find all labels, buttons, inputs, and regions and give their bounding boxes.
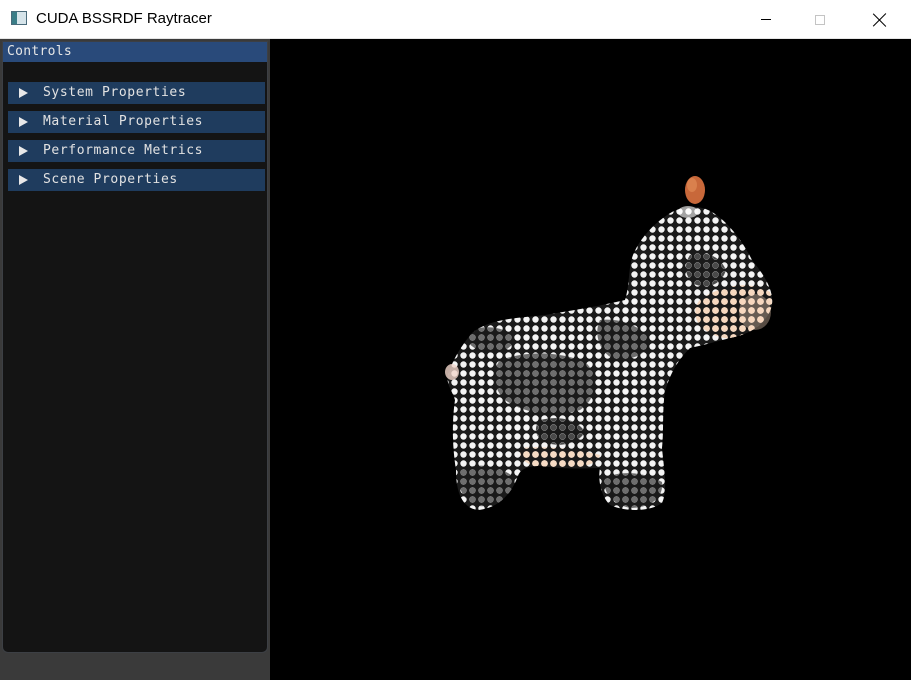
close-icon: [873, 13, 887, 27]
triangle-right-icon: [19, 88, 28, 98]
minimize-icon: [761, 19, 771, 20]
title-bar[interactable]: CUDA BSSRDF Raytracer: [0, 0, 911, 39]
window-title: CUDA BSSRDF Raytracer: [36, 10, 212, 27]
close-button[interactable]: [857, 0, 903, 39]
header-label: Scene Properties: [43, 172, 178, 187]
header-label: Performance Metrics: [43, 143, 204, 158]
header-system-properties[interactable]: System Properties: [8, 82, 265, 104]
controls-window[interactable]: Controls System Properties Material Prop…: [2, 41, 268, 653]
header-material-properties[interactable]: Material Properties: [8, 111, 265, 133]
header-performance-metrics[interactable]: Performance Metrics: [8, 140, 265, 162]
header-scene-properties[interactable]: Scene Properties: [8, 169, 265, 191]
triangle-right-icon: [19, 146, 28, 156]
header-label: Material Properties: [43, 114, 204, 129]
minimize-button[interactable]: [743, 0, 789, 39]
maximize-icon: [815, 14, 825, 25]
maximize-button[interactable]: [797, 0, 843, 39]
triangle-right-icon: [19, 117, 28, 127]
imgui-panel-area: Controls System Properties Material Prop…: [0, 39, 270, 680]
app-window-icon: [11, 11, 27, 25]
header-label: System Properties: [43, 85, 187, 100]
render-viewport[interactable]: Controls System Properties Material Prop…: [0, 39, 911, 680]
controls-title: Controls: [7, 44, 73, 59]
app-window: CUDA BSSRDF Raytracer Controls System Pr…: [0, 0, 911, 680]
triangle-right-icon: [19, 175, 28, 185]
controls-title-bar[interactable]: Controls: [3, 42, 267, 62]
